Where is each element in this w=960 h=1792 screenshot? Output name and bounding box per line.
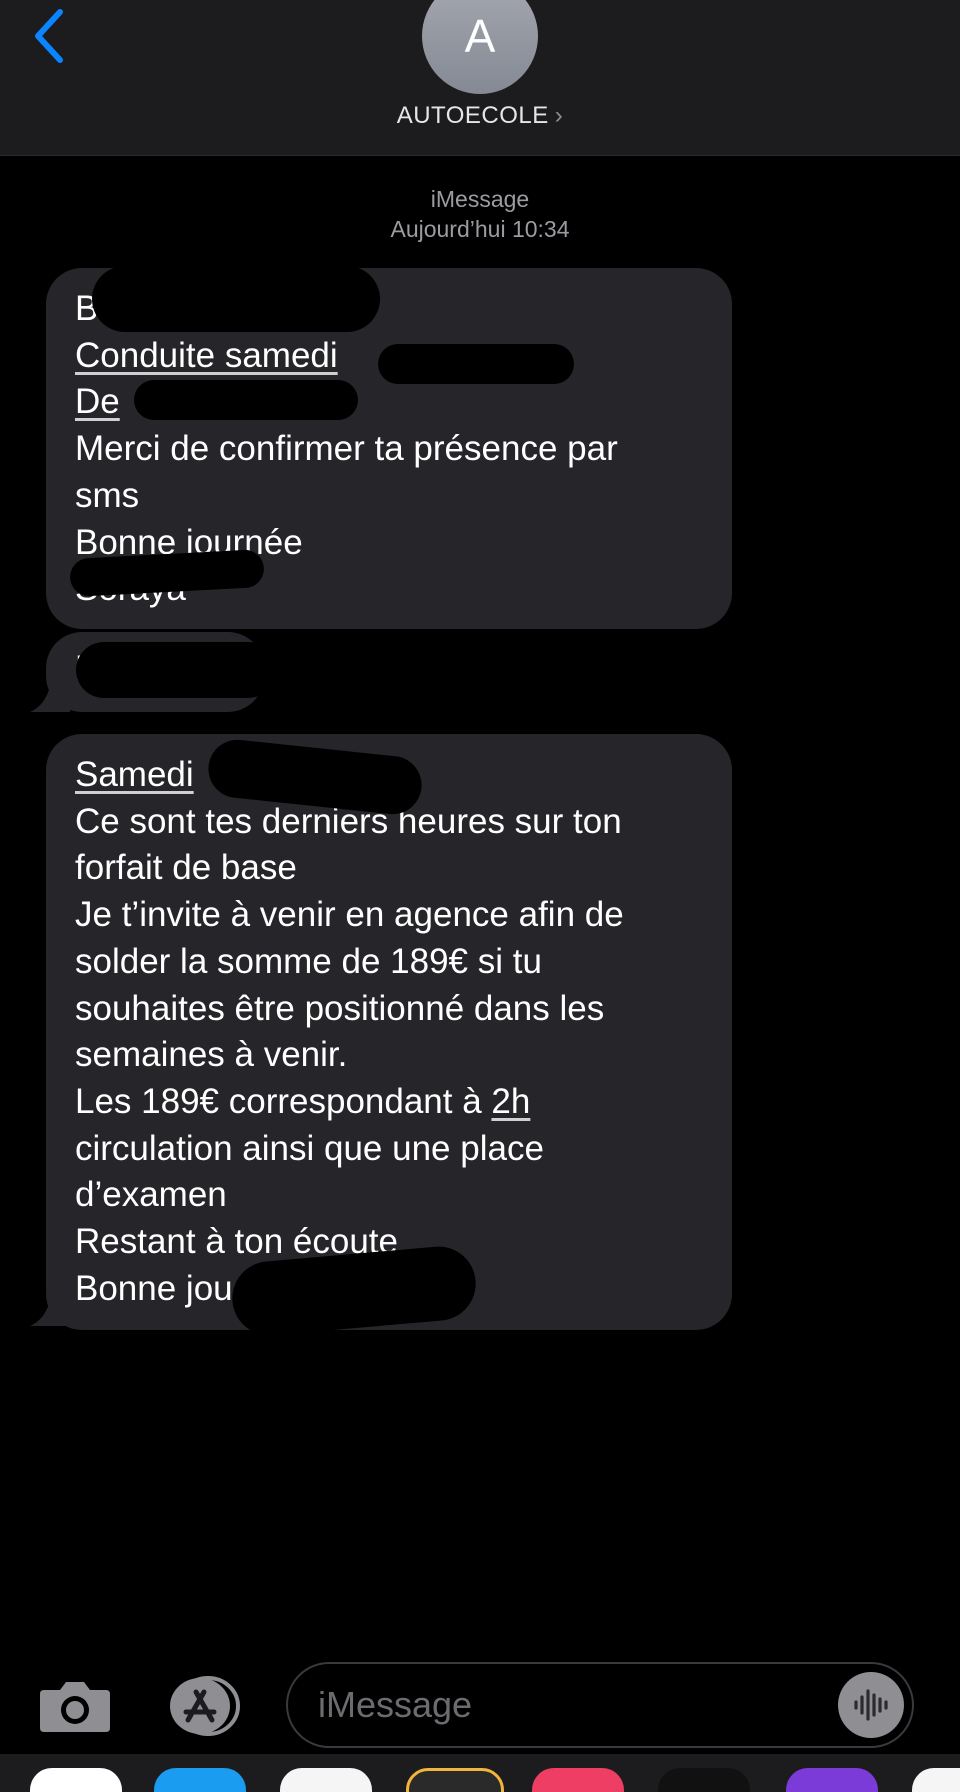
message-input-placeholder: iMessage <box>318 1684 473 1725</box>
music-app-icon[interactable] <box>532 1768 624 1792</box>
message-text: Les 189€ correspondant à <box>75 1081 492 1121</box>
date-link[interactable]: Samedi <box>75 755 194 794</box>
date-link[interactable]: Conduite samedi <box>75 336 338 375</box>
back-chevron-icon[interactable] <box>30 6 70 66</box>
message-bubble[interactable]: Samedi Ce sont tes derniers heures sur t… <box>46 734 732 1330</box>
message-line: sms <box>75 475 140 515</box>
time-link[interactable]: De <box>75 382 120 421</box>
message-line: Je t’invite à venir en agence afin de <box>75 895 624 935</box>
camera-icon[interactable] <box>38 1678 112 1734</box>
contact-name-button[interactable]: AUTOECOLE › <box>0 102 960 130</box>
redaction-mark <box>134 380 358 420</box>
app-drawer <box>0 1754 960 1792</box>
contact-avatar[interactable]: A <box>422 0 538 94</box>
bubble-tail <box>30 676 70 712</box>
chevron-right-icon: › <box>554 102 564 129</box>
contact-name: AUTOECOLE <box>396 102 549 129</box>
app-store-app-icon[interactable] <box>154 1768 246 1792</box>
message-line: semaines à venir. <box>75 1035 348 1075</box>
memoji-app-icon[interactable] <box>280 1768 372 1792</box>
redaction-mark <box>76 642 276 698</box>
message-line: forfait de base <box>75 848 297 888</box>
audio-waveform-icon <box>854 1689 888 1721</box>
message-line: solder la somme de 189€ si tu <box>75 941 542 981</box>
duration-link[interactable]: 2h <box>491 1082 530 1121</box>
animoji-app-icon[interactable] <box>406 1768 504 1792</box>
message-input[interactable]: iMessage <box>286 1662 914 1748</box>
message-line: Les 189€ correspondant à 2h <box>75 1079 704 1126</box>
more-apps-icon[interactable] <box>912 1768 960 1792</box>
avatar-initial: A <box>464 10 496 62</box>
message-line: d’examen <box>75 1175 227 1215</box>
message-line: circulation ainsi que une place <box>75 1128 544 1168</box>
twitch-app-icon[interactable] <box>786 1768 878 1792</box>
redaction-mark <box>92 266 380 332</box>
service-label: iMessage <box>430 186 530 212</box>
photos-app-icon[interactable] <box>30 1768 122 1792</box>
bubble-tail <box>30 1290 70 1326</box>
message-timestamp: Aujourd’hui 10:34 <box>390 216 570 242</box>
app-store-icon[interactable] <box>162 1676 250 1736</box>
digital-touch-app-icon[interactable] <box>658 1768 750 1792</box>
message-line: Merci de confirmer ta présence par <box>75 429 618 469</box>
audio-message-button[interactable] <box>838 1672 904 1738</box>
redaction-mark <box>378 344 574 384</box>
conversation-header: A AUTOECOLE › <box>0 0 960 156</box>
message-line: souhaites être positionné dans les <box>75 988 605 1028</box>
